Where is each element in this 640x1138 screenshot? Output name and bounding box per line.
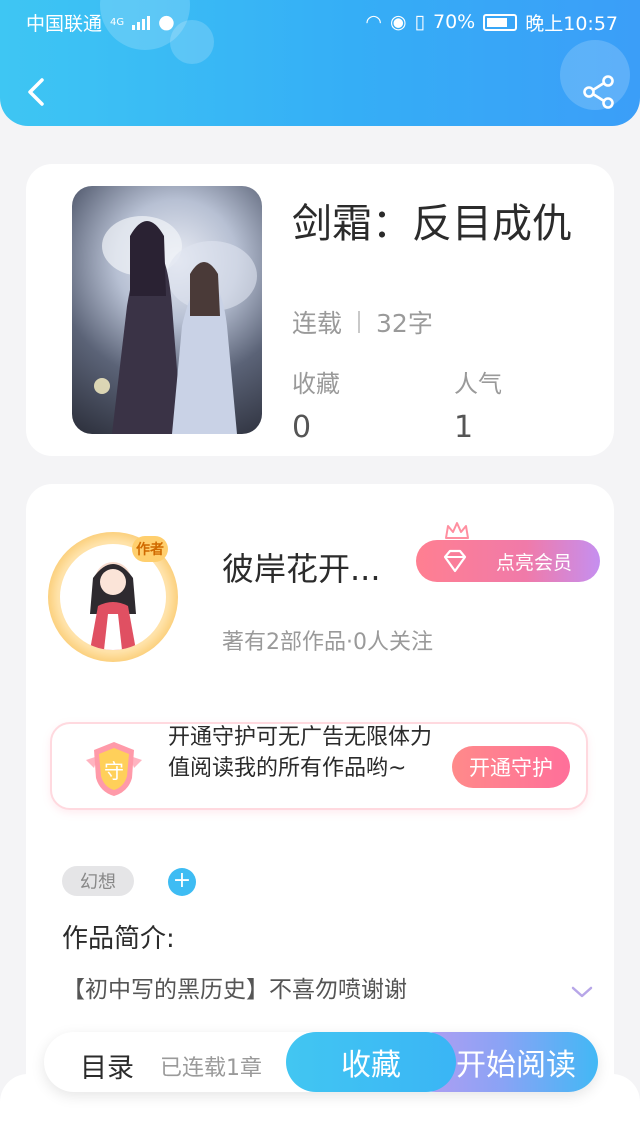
favorite-label: 收藏 [341, 1048, 401, 1083]
crown-icon [445, 522, 469, 539]
vibrate-icon: ▯ [414, 11, 425, 33]
chevron-left-icon[interactable] [20, 74, 56, 110]
genre-tag[interactable]: 幻想 [62, 866, 134, 896]
network-type: 4G [110, 16, 125, 28]
open-guard-button[interactable]: 开通守护 [452, 746, 570, 788]
intro-label: 作品简介: [62, 924, 175, 954]
book-title: 剑霜：反目成仇 [292, 201, 572, 247]
author-badge: 作者 [132, 536, 168, 562]
headphone-icon: ◠ [365, 11, 382, 33]
status-bar: 中国联通 4G ● ◠ ◉ ▯ 70% 晚上10:57 [0, 0, 640, 44]
add-tag-button[interactable]: + [168, 868, 196, 896]
popularity-value: 1 [454, 410, 474, 445]
intro-text: 【初中写的黑历史】不喜勿喷谢谢 [62, 977, 407, 1003]
book-status: 连载 [292, 309, 343, 338]
battery-percent: 70% [433, 11, 476, 33]
author-avatar[interactable]: 作者 [48, 532, 178, 662]
bottom-action-bar: 目录 已连载1章 开始阅读 收藏 [44, 1032, 598, 1092]
popularity-label: 人气 [454, 370, 502, 398]
book-word-count: 32字 [376, 309, 433, 338]
diamond-icon [443, 549, 467, 573]
author-name[interactable]: 彼岸花开... [222, 544, 381, 590]
guard-banner: 守 开通守护可无广告无限体力值阅读我的所有作品哟~ 开通守护 [50, 722, 588, 810]
clock: 晚上10:57 [525, 12, 618, 35]
chapter-count: 已连载1章 [160, 1056, 262, 1081]
share-icon[interactable] [582, 74, 616, 110]
shield-char: 守 [104, 759, 124, 783]
carrier-name: 中国联通 [26, 12, 103, 35]
meta-divider [358, 311, 361, 333]
header-bar: 中国联通 4G ● ◠ ◉ ▯ 70% 晚上10:57 [0, 0, 640, 126]
top-nav [0, 62, 640, 122]
vip-button[interactable]: 点亮会员 [416, 540, 600, 582]
vip-label: 点亮会员 [495, 551, 572, 574]
book-info-card: 剑霜：反目成仇 连载 32字 收藏 0 人气 1 [26, 164, 614, 456]
favorites-label: 收藏 [292, 370, 340, 398]
wechat-icon: ● [158, 11, 175, 33]
eye-icon: ◉ [389, 11, 407, 33]
favorites-value: 0 [292, 410, 312, 445]
signal-icon [132, 14, 151, 30]
author-stats: 著有2部作品·0人关注 [222, 630, 433, 655]
guard-text: 开通守护可无广告无限体力值阅读我的所有作品哟~ [168, 725, 433, 781]
shield-icon: 守 [86, 742, 142, 796]
favorite-button[interactable]: 收藏 [286, 1032, 456, 1092]
battery-icon [483, 13, 518, 31]
cover-artwork [94, 216, 257, 434]
book-meta: 连载 32字 [292, 304, 433, 340]
toc-button[interactable]: 目录 [80, 1046, 134, 1085]
book-cover-image[interactable] [72, 186, 262, 434]
chevron-down-icon[interactable] [570, 984, 594, 1000]
